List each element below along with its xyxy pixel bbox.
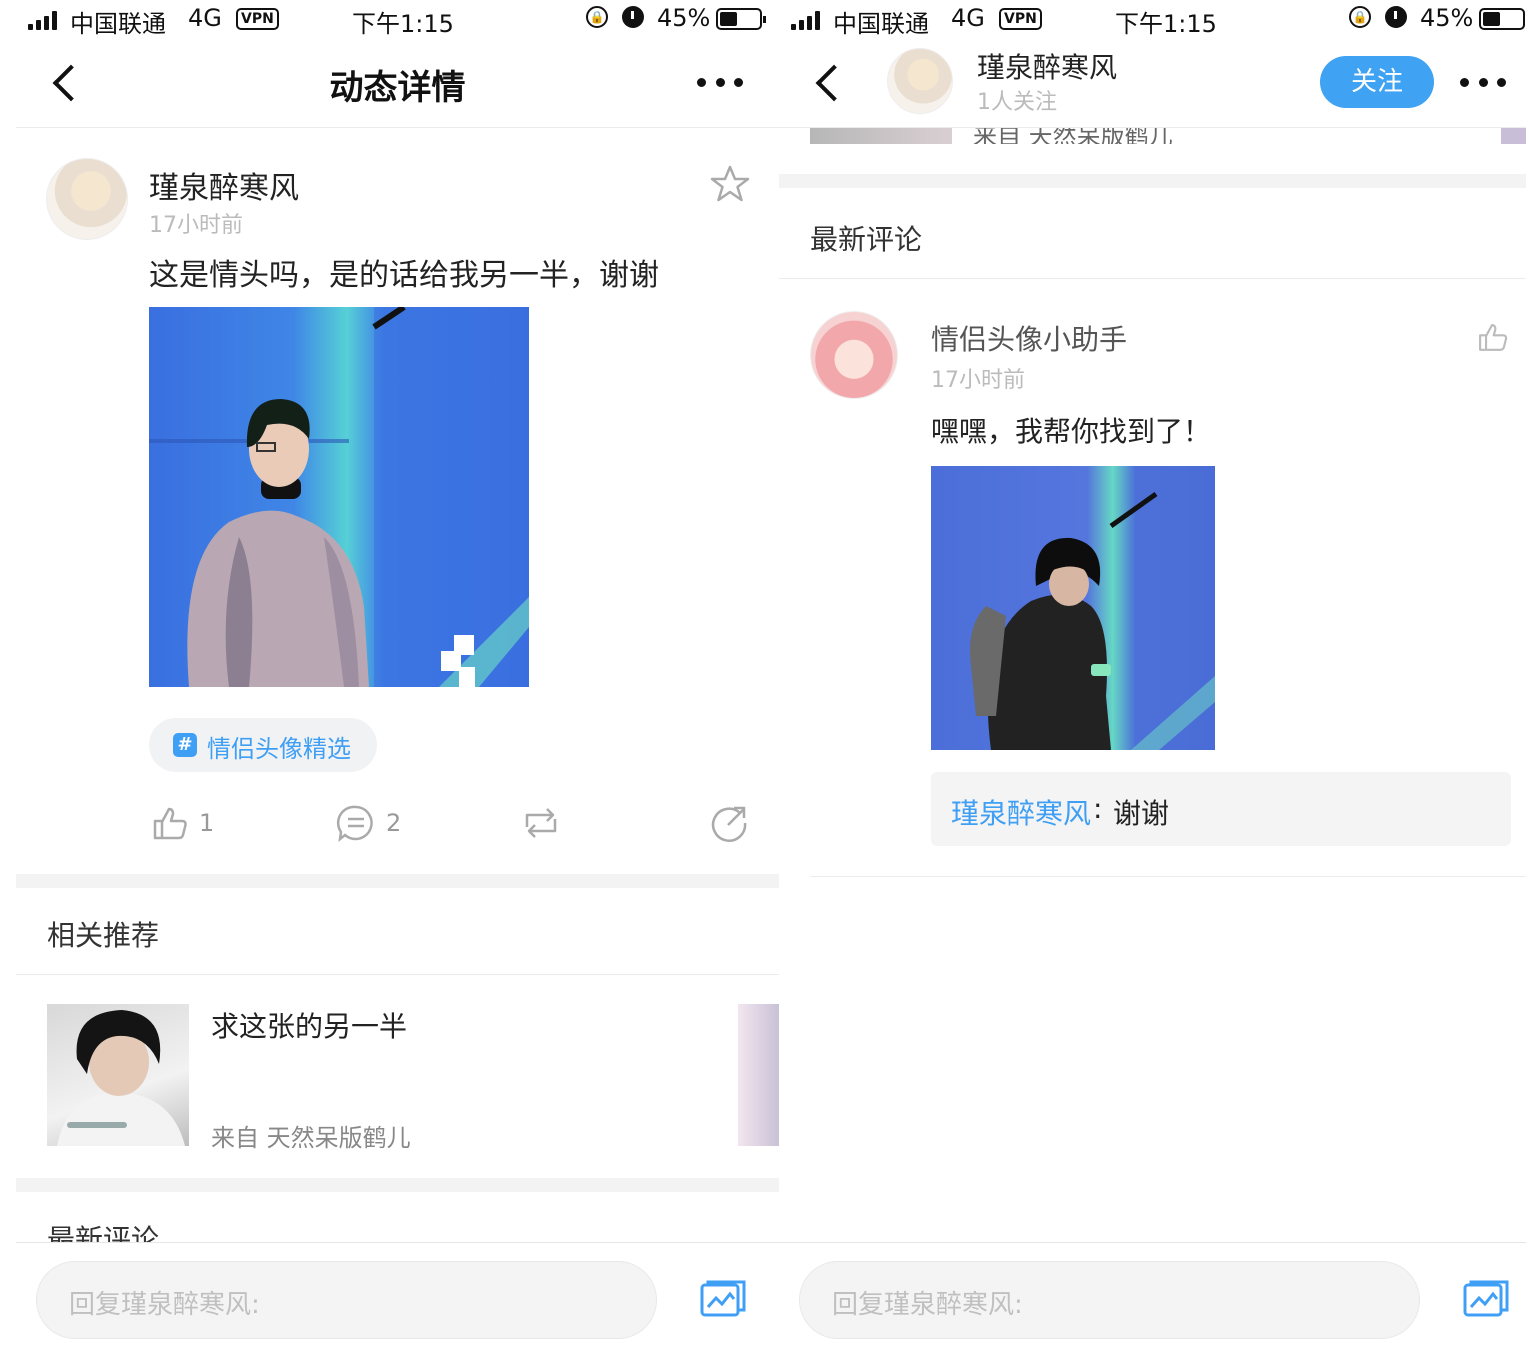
author-name[interactable]: 瑾泉醉寒风 bbox=[977, 46, 1117, 86]
battery-percent: 45% bbox=[657, 4, 711, 32]
latest-comments-title: 最新评论 bbox=[810, 223, 923, 256]
status-time: 下午1:15 bbox=[1115, 10, 1217, 38]
star-icon[interactable] bbox=[710, 164, 750, 204]
more-dots-icon[interactable] bbox=[697, 78, 743, 88]
related-section-title: 相关推荐 bbox=[47, 919, 160, 952]
battery-level bbox=[720, 12, 738, 26]
sub-reply[interactable]: 瑾泉醉寒风 : 谢谢 bbox=[931, 772, 1511, 846]
nav-bar: 瑾泉醉寒风 1人关注 关注 bbox=[779, 40, 1526, 128]
alarm-icon bbox=[1385, 6, 1407, 28]
scrolled-related-item: 来自 天然呆版鹤儿 bbox=[779, 128, 1526, 144]
like-button[interactable]: 1 bbox=[149, 800, 214, 846]
alarm-icon bbox=[622, 6, 644, 28]
signal-icon bbox=[791, 10, 820, 30]
post-timestamp: 17小时前 bbox=[149, 213, 243, 238]
related-next-thumbnail[interactable] bbox=[738, 1004, 779, 1146]
post-author-name[interactable]: 瑾泉醉寒风 bbox=[149, 163, 299, 207]
post-actions: 1 2 bbox=[16, 800, 779, 846]
divider bbox=[16, 974, 779, 975]
thumbs-up-icon bbox=[153, 807, 187, 840]
related-title[interactable]: 求这张的另一半 bbox=[211, 1005, 407, 1045]
reply-input[interactable]: 回复瑾泉醉寒风: bbox=[36, 1261, 657, 1339]
author-avatar[interactable] bbox=[887, 48, 953, 114]
section-divider bbox=[16, 874, 779, 888]
carrier-name: 中国联通 bbox=[833, 10, 929, 38]
repost-icon bbox=[525, 808, 557, 838]
image-icon[interactable] bbox=[1463, 1279, 1509, 1319]
comment-count: 2 bbox=[386, 809, 402, 837]
sub-reply-user[interactable]: 瑾泉醉寒风 bbox=[951, 792, 1091, 832]
image-icon[interactable] bbox=[700, 1279, 746, 1319]
sub-reply-text: 谢谢 bbox=[1113, 797, 1170, 830]
status-bar: 中国联通 4G VPN 下午1:15 🔒 45% bbox=[16, 0, 779, 40]
post-image[interactable] bbox=[149, 307, 529, 687]
divider bbox=[779, 278, 1526, 279]
comment-text: 嘿嘿，我帮你找到了！ bbox=[931, 415, 1212, 448]
comment-timestamp: 17小时前 bbox=[931, 368, 1025, 393]
network-type: 4G bbox=[951, 4, 985, 32]
reply-input[interactable]: 回复瑾泉醉寒风: bbox=[799, 1261, 1420, 1339]
back-button[interactable] bbox=[813, 62, 853, 106]
divider bbox=[810, 876, 1526, 877]
reply-placeholder: 回复瑾泉醉寒风: bbox=[832, 1290, 1023, 1320]
orientation-lock-icon: 🔒 bbox=[1349, 6, 1371, 28]
reply-bar: 回复瑾泉醉寒风: bbox=[16, 1242, 779, 1358]
status-time: 下午1:15 bbox=[352, 10, 454, 38]
topic-tag[interactable]: # 情侣头像精选 bbox=[149, 718, 377, 772]
comment-button[interactable]: 2 bbox=[336, 800, 401, 846]
comment-image-figure bbox=[970, 491, 1215, 750]
comment-image[interactable] bbox=[931, 466, 1215, 750]
follower-count: 1人关注 bbox=[977, 90, 1057, 115]
post-image-figure bbox=[149, 307, 529, 687]
vpn-badge: VPN bbox=[999, 8, 1042, 30]
vpn-badge: VPN bbox=[236, 8, 279, 30]
section-divider bbox=[779, 174, 1526, 188]
network-type: 4G bbox=[188, 4, 222, 32]
reply-placeholder: 回复瑾泉醉寒风: bbox=[69, 1290, 260, 1320]
related-next-thumbnail[interactable] bbox=[1501, 128, 1526, 144]
latest-comments-title: 最新评论 bbox=[47, 1223, 160, 1242]
follow-button[interactable]: 关注 bbox=[1320, 56, 1434, 108]
signal-icon bbox=[28, 10, 57, 30]
page-title: 动态详情 bbox=[329, 68, 466, 108]
hashtag-icon: # bbox=[173, 733, 197, 757]
post-author-avatar[interactable] bbox=[46, 158, 128, 240]
status-bar: 中国联通 4G VPN 下午1:15 🔒 45% bbox=[779, 0, 1526, 40]
post-content: 这是情头吗，是的话给我另一半，谢谢 bbox=[149, 258, 659, 293]
battery-icon bbox=[1479, 8, 1525, 30]
section-divider bbox=[16, 1178, 779, 1192]
related-thumbnail-figure bbox=[57, 1010, 185, 1146]
related-source: 来自 天然呆版鹤儿 bbox=[973, 128, 1173, 144]
sub-reply-colon: : bbox=[1093, 792, 1103, 825]
related-thumbnail[interactable] bbox=[810, 128, 952, 144]
nav-bar: 动态详情 bbox=[16, 40, 779, 128]
more-dots-icon[interactable] bbox=[1460, 78, 1506, 88]
reply-bar: 回复瑾泉醉寒风: bbox=[779, 1242, 1526, 1358]
related-source: 来自 天然呆版鹤儿 bbox=[211, 1124, 411, 1152]
commenter-avatar[interactable] bbox=[810, 311, 898, 399]
battery-percent: 45% bbox=[1420, 4, 1474, 32]
topic-label: 情侣头像精选 bbox=[207, 735, 351, 763]
comment-icon bbox=[336, 805, 373, 842]
share-icon bbox=[711, 806, 747, 842]
orientation-lock-icon: 🔒 bbox=[586, 6, 608, 28]
comments-screen: 中国联通 4G VPN 下午1:15 🔒 45% 瑾泉醉寒风 1人关注 关注 来… bbox=[779, 0, 1526, 1358]
post-detail-screen: 中国联通 4G VPN 下午1:15 🔒 45% 动态详情 瑾泉醉寒风 17小时… bbox=[16, 0, 779, 1358]
like-count: 1 bbox=[199, 809, 215, 837]
thumbs-up-icon[interactable] bbox=[1475, 320, 1509, 354]
commenter-name[interactable]: 情侣头像小助手 bbox=[931, 318, 1127, 358]
repost-button[interactable] bbox=[521, 800, 561, 846]
share-button[interactable] bbox=[710, 800, 750, 846]
related-thumbnail[interactable] bbox=[47, 1004, 189, 1146]
battery-icon bbox=[716, 8, 766, 30]
carrier-name: 中国联通 bbox=[70, 10, 166, 38]
battery-level bbox=[1483, 12, 1501, 26]
